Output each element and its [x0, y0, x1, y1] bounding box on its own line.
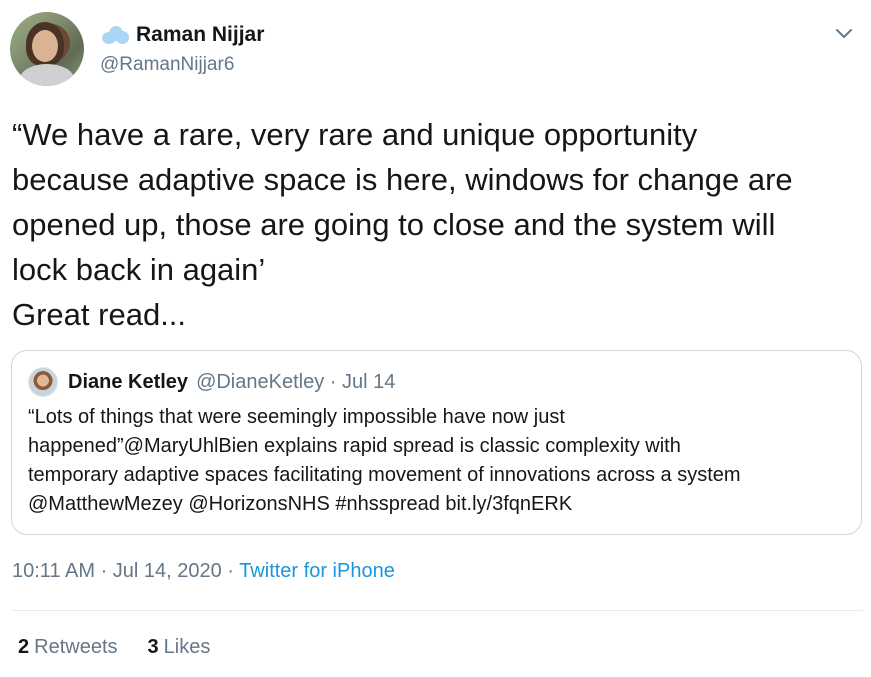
author-avatar[interactable] [10, 12, 84, 86]
tweet-text-line: “We have a rare, very rare and unique op… [12, 117, 698, 152]
quoted-text-line: happened”@MaryUhlBien explains rapid spr… [28, 435, 681, 457]
likes-count: 3 [147, 636, 159, 658]
quoted-text-line: “Lots of things that were seemingly impo… [28, 406, 565, 428]
cloud-icon [100, 24, 130, 46]
retweets-stat[interactable]: 2 Retweets [18, 636, 118, 659]
timestamp-date[interactable]: 10:11 AM · Jul 14, 2020 · [12, 560, 239, 582]
quoted-author-avatar [28, 367, 58, 397]
tweet-timestamp: 10:11 AM · Jul 14, 2020 · Twitter for iP… [12, 560, 395, 583]
tweet-text-line: opened up, those are going to close and … [12, 207, 776, 242]
quoted-tweet-header: Diane Ketley @DianeKetley · Jul 14 [28, 367, 395, 397]
tweet-text: “We have a rare, very rare and unique op… [12, 112, 864, 337]
author-display-name[interactable]: Raman Nijjar [136, 23, 264, 47]
retweets-count: 2 [18, 636, 30, 658]
chevron-down-icon[interactable] [833, 22, 855, 44]
tweet-header: Raman Nijjar @RamanNijjar6 [10, 12, 861, 88]
quoted-text-line: @MatthewMezey @HorizonsNHS #nhsspread bi… [28, 493, 573, 515]
likes-label: Likes [163, 636, 211, 658]
author-names[interactable]: Raman Nijjar @RamanNijjar6 [100, 20, 264, 76]
avatar-body [20, 64, 74, 86]
tweet-stats: 2 Retweets 3 Likes [18, 636, 240, 659]
divider [12, 610, 863, 611]
tweet-text-line: lock back in again’ [12, 252, 266, 287]
likes-stat[interactable]: 3 Likes [148, 636, 211, 659]
avatar-face [32, 30, 58, 62]
tweet-source-link[interactable]: Twitter for iPhone [239, 560, 395, 582]
quoted-author-meta: @DianeKetley · Jul 14 [196, 370, 396, 393]
retweets-label: Retweets [34, 636, 118, 658]
tweet-text-line: because adaptive space is here, windows … [12, 162, 793, 197]
author-handle[interactable]: @RamanNijjar6 [100, 54, 264, 76]
quoted-author-name: Diane Ketley [68, 370, 189, 393]
quoted-tweet[interactable]: Diane Ketley @DianeKetley · Jul 14 “Lots… [11, 350, 862, 535]
quoted-text-line: temporary adaptive spaces facilitating m… [28, 464, 741, 486]
tweet-text-line: Great read... [12, 297, 187, 332]
name-row: Raman Nijjar [100, 20, 264, 50]
quoted-tweet-text: “Lots of things that were seemingly impo… [28, 403, 848, 519]
